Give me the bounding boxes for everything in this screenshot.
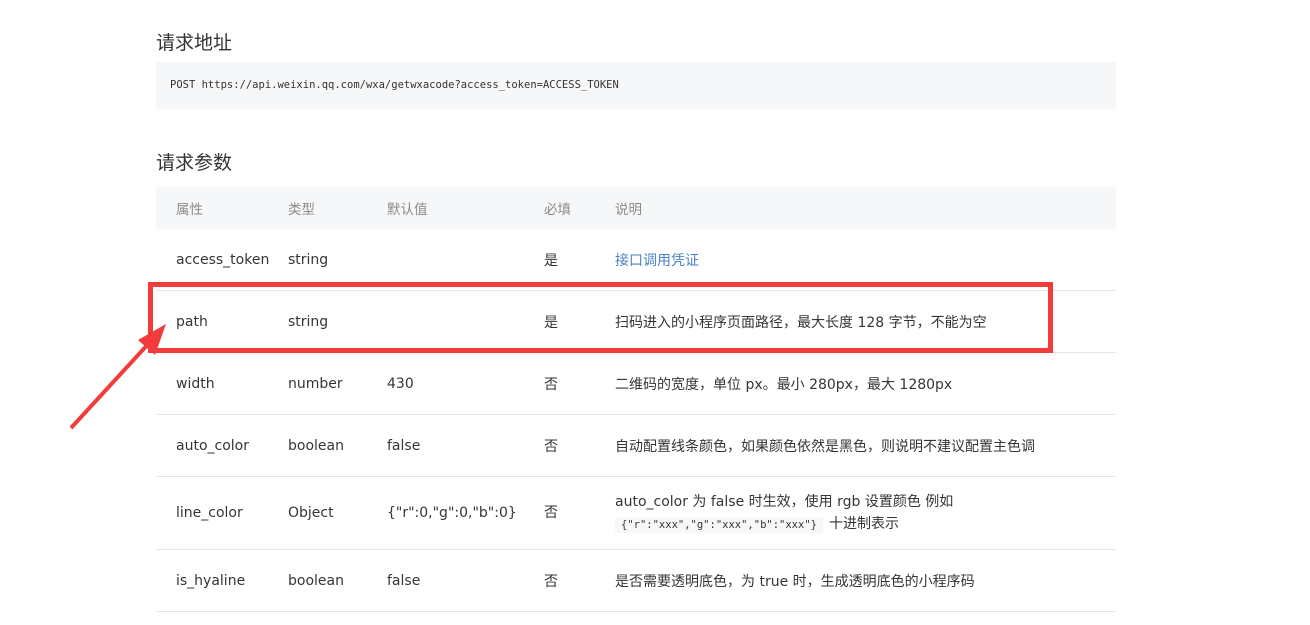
annotation-arrow-icon <box>69 324 166 430</box>
